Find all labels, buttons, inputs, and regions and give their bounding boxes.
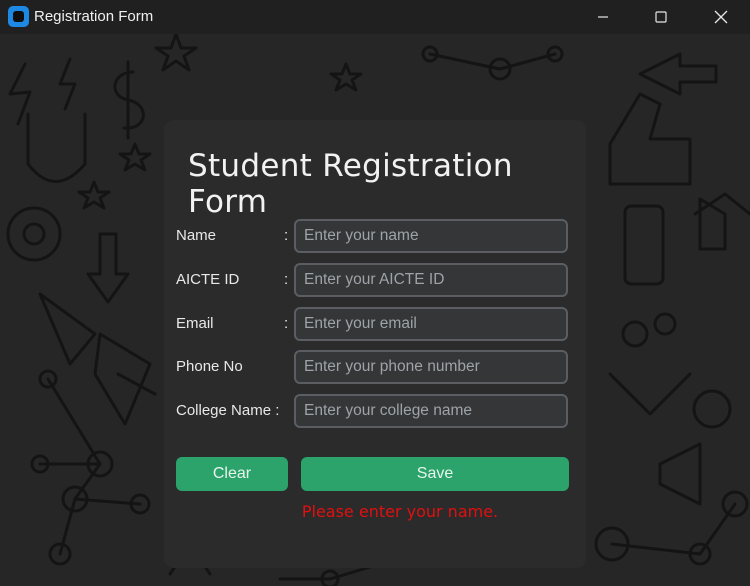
email-row: Email : [164,307,586,341]
phone-row: Phone No [164,350,586,384]
aicte-id-row: AICTE ID : [164,263,586,297]
clear-button[interactable]: Clear [176,457,288,491]
email-label: Email [176,315,214,332]
name-input[interactable] [294,219,568,253]
college-label: College Name : [176,402,280,419]
aicte-id-label: AICTE ID [176,271,240,288]
college-row: College Name : [164,394,586,428]
college-input[interactable] [294,394,568,428]
title-bar: Registration Form [0,0,750,34]
name-row: Name : [164,219,586,253]
phone-input[interactable] [294,350,568,384]
email-input[interactable] [294,307,568,341]
email-colon: : [284,315,289,332]
app-icon [8,6,29,27]
close-button[interactable] [692,0,750,34]
name-colon: : [284,227,289,244]
form-title: Student Registration Form [188,148,513,220]
window-title: Registration Form [34,8,154,25]
name-label: Name [176,227,217,244]
save-button[interactable]: Save [301,457,569,491]
aicte-id-colon: : [284,271,289,288]
minimize-icon [598,16,608,18]
window-content: Student Registration Form Name : AICTE I… [0,34,750,586]
close-icon [714,10,728,24]
maximize-button[interactable] [632,0,690,34]
registration-card: Student Registration Form Name : AICTE I… [164,120,586,568]
maximize-icon [655,11,667,23]
phone-label: Phone No [176,358,243,375]
aicte-id-input[interactable] [294,263,568,297]
minimize-button[interactable] [574,0,632,34]
error-message: Please enter your name. [301,502,499,521]
